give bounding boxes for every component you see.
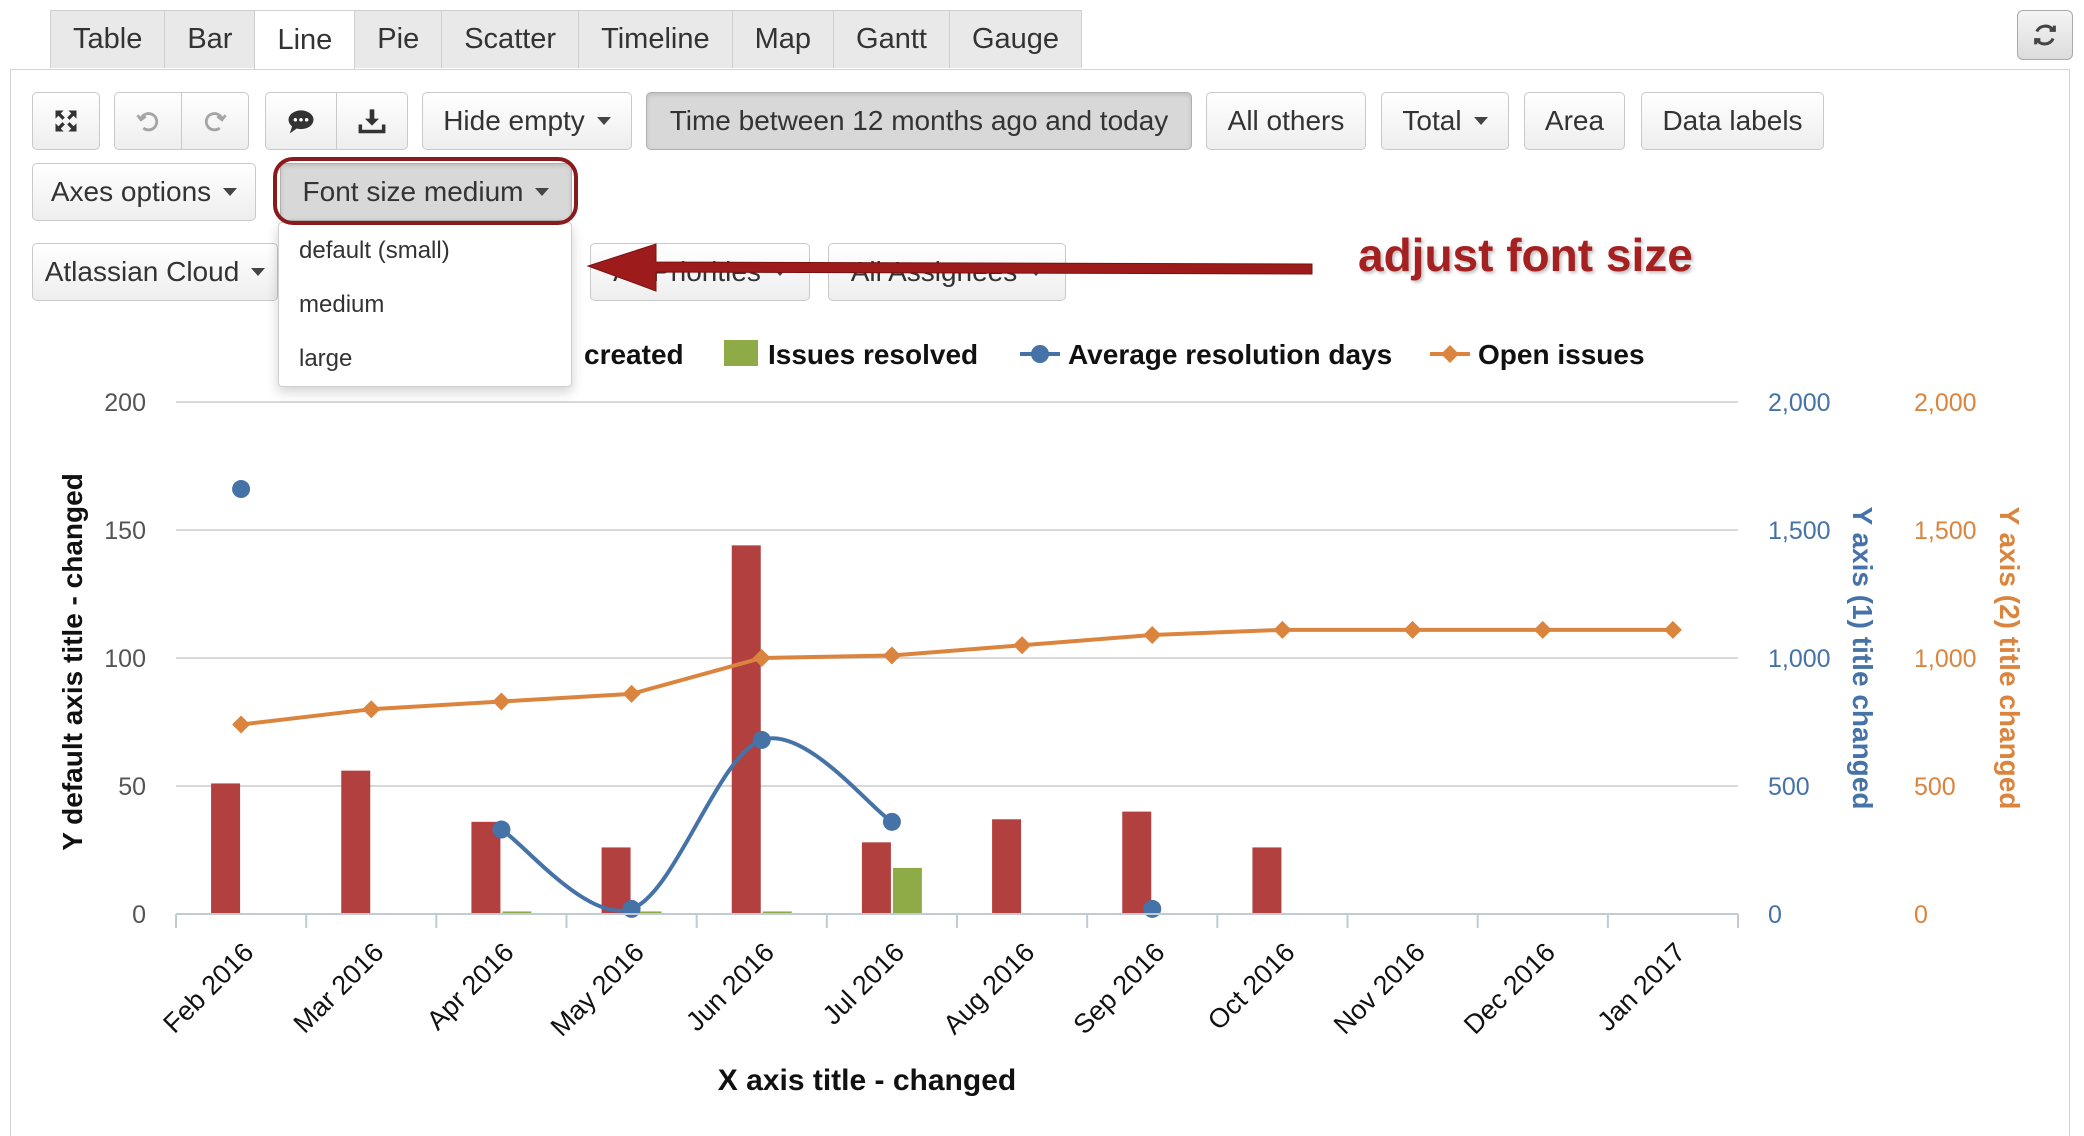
y-right1-tick-label: 500 — [1768, 773, 1810, 801]
y-right2-tick-label: 0 — [1914, 901, 1928, 929]
point-open-issues — [1663, 620, 1682, 639]
y-tick-label: 200 — [104, 389, 146, 417]
y-tick-label: 0 — [132, 901, 146, 929]
font-size-menu: default (small) medium large — [278, 222, 572, 387]
legend-label-avg: Average resolution days — [1068, 339, 1392, 370]
legend-marker-open — [1441, 345, 1459, 363]
x-tick-label: Dec 2016 — [1458, 937, 1561, 1040]
y-tick-label: 50 — [118, 773, 146, 801]
point-open-issues — [232, 715, 251, 734]
chart-bars — [211, 545, 1282, 914]
y-right1-tick-label: 1,000 — [1768, 645, 1831, 673]
point-open-issues — [1273, 620, 1292, 639]
point-open-issues — [1403, 620, 1422, 639]
bar-created — [1122, 811, 1152, 914]
x-tick-label: Aug 2016 — [937, 937, 1040, 1040]
bar-created — [992, 819, 1022, 914]
legend-label-resolved: Issues resolved — [768, 339, 978, 370]
x-tick-label: Oct 2016 — [1202, 937, 1301, 1036]
legend-label-created: created — [584, 339, 684, 370]
bar-created — [1252, 847, 1282, 914]
y-right1-tick-label: 2,000 — [1768, 389, 1831, 417]
point-open-issues — [1533, 620, 1552, 639]
chart-lines — [232, 480, 1682, 918]
font-size-option-default[interactable]: default (small) — [299, 237, 450, 265]
point-average-resolution-days — [1143, 899, 1162, 918]
font-size-highlight-ring — [273, 157, 578, 225]
bar-created — [731, 545, 761, 914]
x-tick-label: Sep 2016 — [1068, 937, 1171, 1040]
x-tick-label: May 2016 — [545, 937, 650, 1042]
y-tick-label: 100 — [104, 645, 146, 673]
x-axis-title: X axis title - changed — [718, 1064, 1016, 1097]
font-size-option-medium[interactable]: medium — [299, 291, 384, 319]
legend-marker-avg — [1031, 345, 1049, 363]
y-right1-tick-label: 1,500 — [1768, 517, 1831, 545]
x-tick-label: Jan 2017 — [1591, 937, 1691, 1037]
y-right2-tick-label: 1,000 — [1914, 645, 1977, 673]
chart-legend: created Issues resolved Average resolution… — [584, 339, 1645, 370]
legend-label-open: Open issues — [1478, 339, 1645, 370]
x-tick-label: Mar 2016 — [288, 937, 390, 1039]
y-right1-axis-title: Y axis (1) title changed — [1847, 507, 1878, 810]
chart-axes: 0 50 100 150 200 0 500 1,000 1,500 2,000 0 500 1,000… — [57, 389, 2025, 1097]
line-average-resolution-days — [500, 736, 894, 913]
y-right2-tick-label: 500 — [1914, 773, 1956, 801]
point-average-resolution-days — [492, 820, 511, 839]
annotation-text: adjust font size — [1358, 229, 1693, 281]
x-tick-label: Apr 2016 — [421, 937, 520, 1036]
y-axis-title: Y default axis title - changed — [57, 473, 88, 851]
point-open-issues — [1143, 625, 1162, 644]
y-right2-tick-label: 2,000 — [1914, 389, 1977, 417]
y-right1-tick-label: 0 — [1768, 901, 1782, 929]
point-open-issues — [492, 692, 511, 711]
point-open-issues — [622, 684, 641, 703]
y-right2-tick-label: 1,500 — [1914, 517, 1977, 545]
point-open-issues — [362, 700, 381, 719]
chart-grid — [176, 401, 1738, 915]
y-right2-axis-title: Y axis (2) title changed — [1994, 507, 2025, 810]
x-tick-label: Jun 2016 — [680, 937, 780, 1037]
point-open-issues — [882, 646, 901, 665]
legend-swatch-resolved — [724, 340, 758, 366]
point-average-resolution-days — [752, 730, 771, 749]
point-average-resolution-days — [882, 812, 901, 831]
point-open-issues — [1013, 636, 1032, 655]
point-average-resolution-days — [232, 480, 251, 499]
font-size-option-large[interactable]: large — [299, 345, 352, 373]
x-tick-label: Nov 2016 — [1328, 937, 1431, 1040]
bar-resolved — [892, 867, 922, 914]
bar-created — [341, 770, 371, 914]
y-tick-label: 150 — [104, 517, 146, 545]
annotation-arrow — [586, 243, 1313, 292]
x-tick-label: Feb 2016 — [157, 937, 259, 1039]
x-tick-label: Jul 2016 — [817, 937, 910, 1030]
point-average-resolution-days — [622, 899, 641, 918]
bar-created — [861, 842, 891, 914]
line-open-issues — [240, 627, 1673, 727]
bar-created — [211, 783, 241, 914]
